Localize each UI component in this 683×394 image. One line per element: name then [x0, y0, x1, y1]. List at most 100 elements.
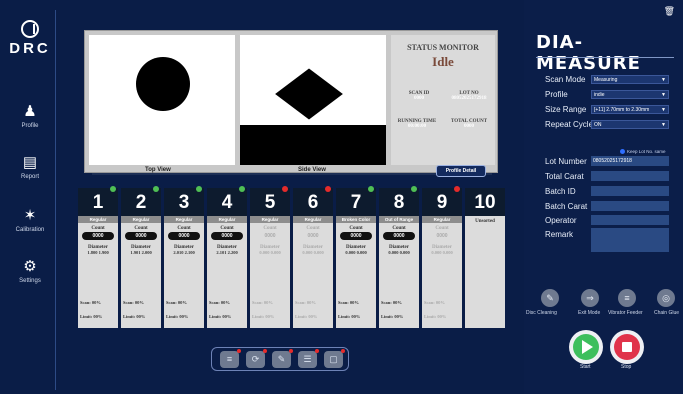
sidebar-item-report[interactable]: ▤ Report — [8, 154, 52, 180]
bin-card-2[interactable]: 2 Regular Count 0000 Diameter 1.901 2.000 Scan… — [121, 186, 161, 328]
lot-number-field[interactable]: 08052025172918 — [591, 156, 669, 166]
sidebar-item-profile[interactable]: ♟ Profile — [8, 103, 52, 129]
vibrator-feeder-label: Vibrator Feeder — [608, 310, 643, 316]
bin-status-dot — [282, 186, 288, 192]
bin-grade-label: Out of Range — [379, 216, 419, 223]
count-label: Count — [177, 226, 191, 231]
bin-card-10[interactable]: 10 Unsorted — [465, 188, 505, 328]
stone-top-silhouette — [136, 57, 190, 111]
bin-card-4[interactable]: 4 Regular Count 0000 Diameter 2.101 2.200 Scan… — [207, 186, 247, 328]
bin-number: 4 — [207, 188, 247, 216]
repeat-cycle-value: ON — [594, 122, 602, 128]
diameter-range: 0.000 0.000 — [302, 250, 324, 255]
bin-number: 2 — [121, 188, 161, 216]
lot-no-value: 08052025172918 — [451, 96, 487, 101]
running-time-value: 00:00:00 — [407, 124, 427, 129]
vibrator-button[interactable]: ≡ — [220, 349, 241, 368]
bin-number: 8 — [379, 188, 419, 216]
sidebar-item-settings[interactable]: ⚙ Settings — [8, 258, 52, 284]
rotate-button[interactable]: ⟳ — [246, 349, 267, 368]
play-icon — [573, 334, 599, 360]
bin-status-dot — [325, 186, 331, 192]
bin-number: 1 — [78, 188, 118, 216]
tools-icon: ✶ — [23, 207, 37, 224]
vibrator-icon: ≡ — [226, 354, 233, 364]
main-panel: Top View Side View STATUS MONITOR Idle S… — [56, 22, 516, 387]
scan-mode-value: Measuring — [594, 77, 618, 83]
batch-carat-field[interactable] — [591, 201, 669, 211]
bin-card-6[interactable]: 6 Regular Count 0000 Diameter 0.000 0.000 Scan… — [293, 186, 333, 328]
bin-grade-label: Regular — [422, 216, 462, 223]
profile-value: indie — [594, 92, 605, 98]
bin-grade-label: Regular — [164, 216, 204, 223]
status-value: Idle — [432, 54, 454, 69]
alert-dot — [315, 349, 319, 353]
bin-card-8[interactable]: 8 Out of Range Count 0000 Diameter 0.000 0.00… — [379, 186, 419, 328]
keep-lot-label: Keep Lot No. same — [627, 149, 666, 154]
scan-percent: Scan: 00% — [252, 300, 273, 305]
scan-id-value: 0000 — [414, 96, 424, 101]
device-toolbar: ≡ ⟳ ✎ ☰ ▢ — [211, 347, 349, 371]
vibrator-icon: ≡ — [624, 293, 630, 303]
stop-button[interactable] — [610, 330, 644, 364]
diameter-range: 0.000 0.000 — [431, 250, 453, 255]
count-label: Count — [349, 226, 363, 231]
vibrator-feeder-button[interactable]: ≡ — [618, 289, 636, 307]
remark-field[interactable] — [591, 228, 669, 252]
start-button[interactable] — [569, 330, 603, 364]
bin-status-dot — [196, 186, 202, 192]
bin-card-7[interactable]: 7 Broken Color Count 0000 Diameter 0.000 0.00… — [336, 186, 376, 328]
operator-field[interactable] — [591, 215, 669, 225]
bin-status-dot — [110, 186, 116, 192]
limit-percent: Limit: 00% — [381, 314, 404, 319]
bin-card-1[interactable]: 1 Regular Count 0000 Diameter 1.800 1.900 Scan… — [78, 186, 118, 328]
remark-label: Remark — [545, 230, 574, 239]
lot-no-block: LOT NO 08052025172918 — [443, 91, 495, 101]
count-value: 0000 — [168, 232, 200, 240]
limit-percent: Limit: 00% — [80, 314, 103, 319]
disc-cleaning-button[interactable]: ✎ — [541, 289, 559, 307]
count-label: Count — [134, 226, 148, 231]
lot-number-label: Lot Number — [545, 157, 587, 166]
repeat-cycle-label: Repeat Cycle — [545, 120, 594, 129]
total-carat-field[interactable] — [591, 171, 669, 181]
chevron-down-icon: ▼ — [661, 122, 666, 128]
brand-underline — [536, 57, 674, 58]
count-value: 0000 — [211, 232, 243, 240]
exit-mode-button[interactable]: ⇒ — [581, 289, 599, 307]
status-title: STATUS MONITOR — [407, 43, 479, 52]
sidebar-item-calibration[interactable]: ✶ Calibration — [8, 207, 52, 233]
profile-detail-button[interactable]: Profile Detail — [436, 165, 486, 177]
bin-status-dot — [454, 186, 460, 192]
camera-button[interactable]: ▢ — [324, 349, 345, 368]
brush-button[interactable]: ✎ — [272, 349, 293, 368]
feeder-button[interactable]: ☰ — [298, 349, 319, 368]
bin-number: 7 — [336, 188, 376, 216]
keep-lot-toggle[interactable]: Keep Lot No. same — [620, 149, 666, 155]
limit-percent: Limit: 00% — [252, 314, 275, 319]
size-range-select[interactable]: [+11] 2.70mm to 2.30mm ▼ — [591, 105, 669, 114]
delete-icon[interactable]: 🗑 — [664, 6, 675, 17]
count-value: 0000 — [340, 232, 372, 240]
count-label: Count — [91, 226, 105, 231]
bin-card-5[interactable]: 5 Regular Count 0000 Diameter 0.000 0.000 Scan… — [250, 186, 290, 328]
batch-id-field[interactable] — [591, 186, 669, 196]
count-value: 0000 — [383, 232, 415, 240]
bin-card-9[interactable]: 9 Regular Count 0000 Diameter 0.000 0.000 Scan… — [422, 186, 462, 328]
bin-grade-label: Regular — [250, 216, 290, 223]
count-label: Count — [392, 226, 406, 231]
sidebar: DRC ♟ Profile ▤ Report ✶ Calibration ⚙ S… — [8, 0, 52, 394]
logo-icon — [21, 20, 39, 38]
scan-mode-select[interactable]: Measuring ▼ — [591, 75, 669, 84]
operator-label: Operator — [545, 216, 577, 225]
bin-status-dot — [411, 186, 417, 192]
profile-label: Profile — [545, 90, 568, 99]
profile-select[interactable]: indie ▼ — [591, 90, 669, 99]
bin-card-3[interactable]: 3 Regular Count 0000 Diameter 2.010 2.100 Scan… — [164, 186, 204, 328]
start-label: Start — [580, 364, 591, 370]
chain-glue-button[interactable]: ◎ — [657, 289, 675, 307]
scan-percent: Scan: 00% — [295, 300, 316, 305]
chain-icon: ◎ — [662, 293, 670, 303]
repeat-cycle-select[interactable]: ON ▼ — [591, 120, 669, 129]
alert-dot — [263, 349, 267, 353]
